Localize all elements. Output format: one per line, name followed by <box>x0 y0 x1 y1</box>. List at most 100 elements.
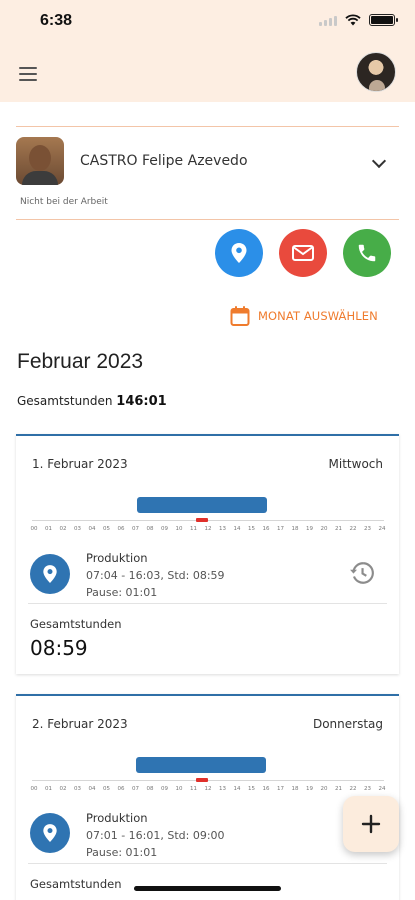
work-time-bar <box>136 497 267 513</box>
plus-icon <box>361 814 381 834</box>
timeline-hour-label: 06 <box>117 526 125 532</box>
day-date: 2. Februar 2023 <box>32 717 128 731</box>
chevron-down-icon[interactable] <box>371 153 387 169</box>
location-button[interactable] <box>215 229 263 277</box>
timeline-hour-label: 12 <box>204 786 212 792</box>
timeline-hour-label: 10 <box>175 526 183 532</box>
day-card[interactable]: 1. Februar 2023 Mittwoch 00 01 02 03 04 05 06 0… <box>16 434 399 674</box>
hamburger-menu-icon[interactable] <box>19 67 37 81</box>
timeline-hour-label: 08 <box>146 786 154 792</box>
cellular-signal-icon <box>319 14 337 26</box>
battery-icon <box>369 14 398 26</box>
timeline-hour-label: 00 <box>30 786 38 792</box>
work-time-bar <box>135 757 267 773</box>
timeline-hour-label: 20 <box>320 786 328 792</box>
timeline-hour-label: 18 <box>291 786 299 792</box>
phone-icon <box>358 244 376 262</box>
calendar-icon <box>230 306 250 326</box>
timeline-hour-label: 15 <box>248 786 255 792</box>
timeline-hour-label: 19 <box>306 786 313 792</box>
timeline-hour-label: 11 <box>190 786 197 792</box>
timeline-hour-label: 09 <box>161 526 168 532</box>
add-entry-button[interactable] <box>343 796 399 852</box>
timeline-hour-label: 08 <box>146 526 154 532</box>
day-total-label: Gesamtstunden <box>30 617 122 631</box>
day-timeline: 00 01 02 03 04 05 06 07 08 09 10 11 12 13 14 15 16 17 18 19… <box>30 748 386 798</box>
entry-type: Produktion <box>86 551 148 565</box>
timeline-hour-label: 09 <box>161 786 168 792</box>
employee-name: CASTRO Felipe Azevedo <box>80 153 248 169</box>
timeline-hour-label: 15 <box>248 526 255 532</box>
timeline-hour-label: 05 <box>103 526 110 532</box>
timeline-hour-label: 24 <box>378 786 386 792</box>
entry-pause: Pause: 01:01 <box>86 586 158 599</box>
day-weekday: Mittwoch <box>328 457 383 471</box>
entry-type: Produktion <box>86 811 148 825</box>
timeline-hour-label: 11 <box>190 526 197 532</box>
card-divider <box>28 603 387 604</box>
day-total-label: Gesamtstunden <box>30 877 122 891</box>
map-pin-icon <box>231 243 247 263</box>
month-select-button[interactable]: MONAT AUSWÄHLEN <box>230 305 378 327</box>
entry-time-range: 07:01 - 16:01, Std: 09:00 <box>86 829 225 842</box>
email-button[interactable] <box>279 229 327 277</box>
timeline-hour-label: 02 <box>59 786 67 792</box>
timeline-hour-label: 18 <box>291 526 299 532</box>
timeline-hour-label: 14 <box>233 786 241 792</box>
employee-status: Nicht bei der Arbeit <box>20 197 108 207</box>
timeline-hour-label: 17 <box>277 786 284 792</box>
timeline-hour-label: 19 <box>306 526 313 532</box>
month-total-label: Gesamtstunden <box>17 394 113 408</box>
status-bar: 6:38 <box>0 0 415 46</box>
card-divider <box>28 863 387 864</box>
timeline-hour-label: 02 <box>59 526 67 532</box>
entry-time-range: 07:04 - 16:03, Std: 08:59 <box>86 569 225 582</box>
timeline-hour-labels: 00 01 02 03 04 05 06 07 08 09 10 11 12 13 14 15 16 17 18 19… <box>30 786 386 796</box>
timeline-hour-label: 07 <box>132 786 139 792</box>
day-timeline: 00 01 02 03 04 05 06 07 08 09 10 11 12 13 14 15 16 17 18 19… <box>31 488 386 538</box>
timeline-hour-label: 23 <box>364 786 371 792</box>
employee-photo <box>16 137 64 185</box>
phone-button[interactable] <box>343 229 391 277</box>
current-time-marker <box>196 518 209 522</box>
timeline-hour-label: 23 <box>364 526 371 532</box>
timeline-hour-label: 21 <box>335 786 342 792</box>
day-total-value: 08:59 <box>30 636 88 660</box>
timeline-hour-label: 17 <box>277 526 284 532</box>
map-pin-icon <box>30 813 70 853</box>
day-weekday: Donnerstag <box>312 717 383 731</box>
month-title: Februar 2023 <box>17 350 144 373</box>
day-date: 1. Februar 2023 <box>32 457 128 471</box>
timeline-hour-label: 10 <box>175 786 183 792</box>
timeline-hour-label: 05 <box>103 786 110 792</box>
month-select-label: MONAT AUSWÄHLEN <box>258 309 378 323</box>
timeline-hour-label: 21 <box>335 526 342 532</box>
timeline-hour-label: 06 <box>117 786 125 792</box>
timeline-hour-label: 13 <box>219 526 226 532</box>
timeline-hour-label: 14 <box>233 526 241 532</box>
day-card[interactable]: 2. Februar 2023 Donnerstag 00 01 02 03 04 05 0… <box>16 694 399 900</box>
month-total-value: 146:01 <box>116 394 167 409</box>
history-icon[interactable] <box>349 560 375 586</box>
user-avatar[interactable] <box>356 52 396 92</box>
map-pin-icon <box>30 554 70 594</box>
wifi-icon <box>345 14 361 26</box>
timeline-hour-label: 03 <box>74 526 81 532</box>
month-total: Gesamtstunden 146:01 <box>17 394 167 409</box>
timeline-hour-label: 22 <box>349 786 357 792</box>
timeline-hour-label: 12 <box>204 526 212 532</box>
app-bar <box>0 46 415 102</box>
timeline-hour-label: 16 <box>262 526 270 532</box>
status-icons <box>319 14 398 26</box>
home-indicator <box>134 886 281 891</box>
timeline-hour-label: 22 <box>349 526 357 532</box>
timeline-hour-label: 03 <box>74 786 81 792</box>
timeline-hour-label: 16 <box>262 786 270 792</box>
timeline-hour-label: 20 <box>320 526 328 532</box>
status-time: 6:38 <box>40 12 73 29</box>
timeline-hour-label: 04 <box>88 786 96 792</box>
timeline-hour-label: 07 <box>132 526 139 532</box>
timeline-hour-label: 01 <box>45 526 52 532</box>
timeline-hour-labels: 00 01 02 03 04 05 06 07 08 09 10 11 12 13 14 15 16 17 18 19… <box>31 526 386 536</box>
employee-card[interactable]: CASTRO Felipe Azevedo Nicht bei der Arbe… <box>16 126 399 220</box>
